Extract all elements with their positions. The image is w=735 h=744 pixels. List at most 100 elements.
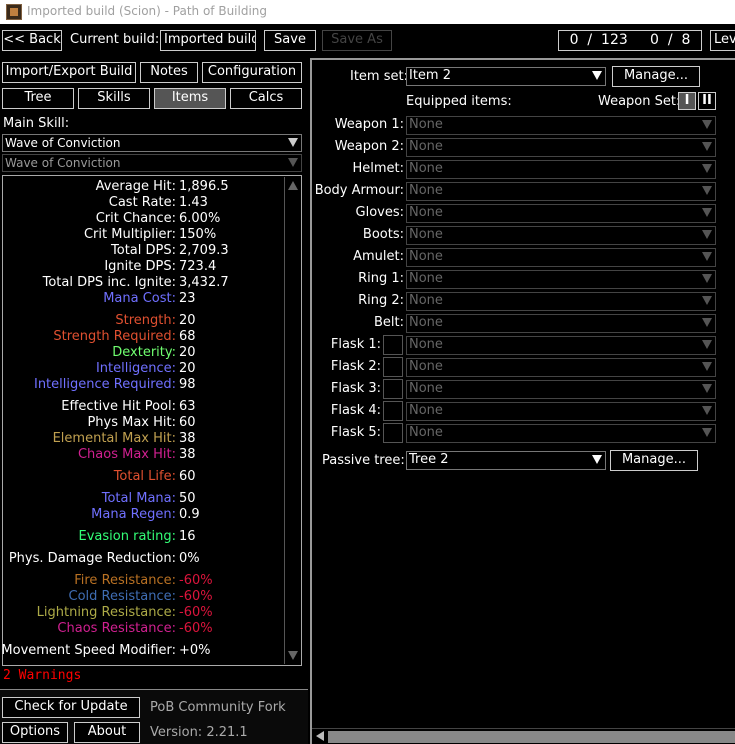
stat-row: Mana Regen: 0.9	[3, 507, 303, 523]
about-button[interactable]: About	[74, 722, 140, 743]
stat-row: Average Hit: 1,896.5	[3, 179, 303, 195]
stat-row: Evasion rating: 16	[3, 529, 303, 545]
options-button[interactable]: Options	[2, 722, 68, 743]
stat-row: Cast Rate: 1.43	[3, 195, 303, 211]
save-button[interactable]: Save	[264, 30, 316, 51]
item-slot-dropdown[interactable]: None	[406, 182, 716, 201]
passive-tree-dropdown[interactable]: Tree 2	[406, 451, 606, 470]
weapon-set-1-button[interactable]: I	[678, 92, 696, 110]
slot-label: Flask 3:	[330, 381, 381, 396]
chevron-down-icon	[702, 362, 712, 371]
stat-label: Total Mana:	[101, 491, 176, 506]
flask-checkbox[interactable]	[383, 335, 403, 355]
tab-calcs[interactable]: Calcs	[230, 88, 302, 109]
chevron-down-icon	[702, 406, 712, 415]
item-slot-dropdown[interactable]: None	[406, 248, 716, 267]
version-label: Version: 2.21.1	[150, 725, 248, 740]
chevron-down-icon	[702, 120, 712, 129]
scroll-down-icon[interactable]	[288, 651, 298, 660]
fork-label: PoB Community Fork	[150, 700, 286, 715]
item-slot-dropdown[interactable]: None	[406, 292, 716, 311]
item-slot-dropdown[interactable]: None	[406, 204, 716, 223]
check-update-button[interactable]: Check for Update	[2, 697, 140, 718]
item-slot-dropdown[interactable]: None	[406, 358, 716, 377]
stat-value: 2,709.3	[179, 243, 229, 258]
stat-value: +0%	[179, 643, 211, 658]
chevron-down-icon	[702, 384, 712, 393]
stat-value: 63	[179, 399, 196, 414]
slot-label: Flask 4:	[330, 403, 381, 418]
item-slot-dropdown[interactable]: None	[406, 138, 716, 157]
item-slot-value: None	[409, 117, 443, 132]
stat-label: Mana Cost:	[103, 291, 176, 306]
item-slot-dropdown[interactable]: None	[406, 336, 716, 355]
stat-value: 20	[179, 313, 196, 328]
sub-skill-dropdown[interactable]: Wave of Conviction	[2, 154, 302, 172]
chevron-down-icon	[288, 158, 298, 167]
flask-checkbox[interactable]	[383, 423, 403, 443]
item-set-dropdown[interactable]: Item 2	[406, 67, 606, 86]
item-slot-dropdown[interactable]: None	[406, 226, 716, 245]
scroll-left-icon[interactable]	[316, 731, 324, 741]
item-slot-dropdown[interactable]: None	[406, 160, 716, 179]
stat-label: Cast Rate:	[108, 195, 176, 210]
item-slot-value: None	[409, 381, 443, 396]
item-set-value: Item 2	[409, 68, 451, 83]
level-field[interactable]: Lev	[710, 30, 735, 51]
stat-row: Crit Multiplier: 150%	[3, 227, 303, 243]
stat-value: 50	[179, 491, 196, 506]
stat-label: Total DPS inc. Ignite:	[42, 275, 176, 290]
main-skill-value: Wave of Conviction	[5, 136, 121, 150]
item-slot-dropdown[interactable]: None	[406, 270, 716, 289]
tab-skills[interactable]: Skills	[78, 88, 150, 109]
import-export-button[interactable]: Import/Export Build	[2, 62, 136, 83]
stat-row: Elemental Max Hit: 38	[3, 431, 303, 447]
item-slot-dropdown[interactable]: None	[406, 314, 716, 333]
item-slot-value: None	[409, 293, 443, 308]
item-slot-dropdown[interactable]: None	[406, 402, 716, 421]
stat-label: Strength Required:	[53, 329, 176, 344]
weapon-set-2-button[interactable]: II	[698, 92, 716, 110]
passive-tree-manage-button[interactable]: Manage...	[610, 450, 698, 471]
stat-value: 0%	[179, 551, 200, 566]
window-title: Imported build (Scion) - Path of Buildin…	[27, 4, 268, 18]
chevron-down-icon	[592, 71, 602, 80]
current-build-label: Current build:	[70, 32, 160, 47]
stat-value: 723.4	[179, 259, 217, 274]
stat-label: Evasion rating:	[78, 529, 176, 544]
save-as-button[interactable]: Save As	[322, 30, 392, 51]
chevron-down-icon	[702, 428, 712, 437]
item-slot-dropdown[interactable]: None	[406, 424, 716, 443]
configuration-button[interactable]: Configuration	[202, 62, 302, 83]
chevron-down-icon	[702, 230, 712, 239]
stat-value: 150%	[179, 227, 217, 242]
warnings-text[interactable]: 2 Warnings	[3, 668, 81, 683]
stat-label: Dexterity:	[112, 345, 176, 360]
flask-checkbox[interactable]	[383, 379, 403, 399]
stat-label: Cold Resistance:	[68, 589, 176, 604]
stats-panel[interactable]: Average Hit: 1,896.5 Cast Rate: 1.43 Crit Ch…	[1, 175, 303, 666]
stats-scrollbar[interactable]	[284, 177, 300, 664]
item-slot-value: None	[409, 337, 443, 352]
flask-checkbox[interactable]	[383, 357, 403, 377]
equipped-items-label: Equipped items:	[406, 94, 512, 109]
item-set-manage-button[interactable]: Manage...	[612, 66, 700, 87]
back-button[interactable]: << Back	[2, 30, 62, 51]
tab-tree[interactable]: Tree	[2, 88, 74, 109]
slot-label: Weapon 1:	[334, 117, 404, 132]
horizontal-scrollbar[interactable]	[312, 728, 735, 744]
item-slot-value: None	[409, 227, 443, 242]
notes-button[interactable]: Notes	[140, 62, 198, 83]
flask-checkbox[interactable]	[383, 401, 403, 421]
build-name-field[interactable]: Imported build	[160, 30, 256, 51]
item-slot-value: None	[409, 183, 443, 198]
item-slot-dropdown[interactable]: None	[406, 116, 716, 135]
item-slot-dropdown[interactable]: None	[406, 380, 716, 399]
item-slot-value: None	[409, 205, 443, 220]
scrollbar-thumb[interactable]	[328, 731, 735, 743]
passive-tree-label: Passive tree:	[322, 453, 405, 468]
main-skill-dropdown[interactable]: Wave of Conviction	[2, 134, 302, 152]
slot-label: Gloves:	[355, 205, 404, 220]
scroll-up-icon[interactable]	[288, 181, 298, 190]
tab-items[interactable]: Items	[154, 88, 226, 109]
